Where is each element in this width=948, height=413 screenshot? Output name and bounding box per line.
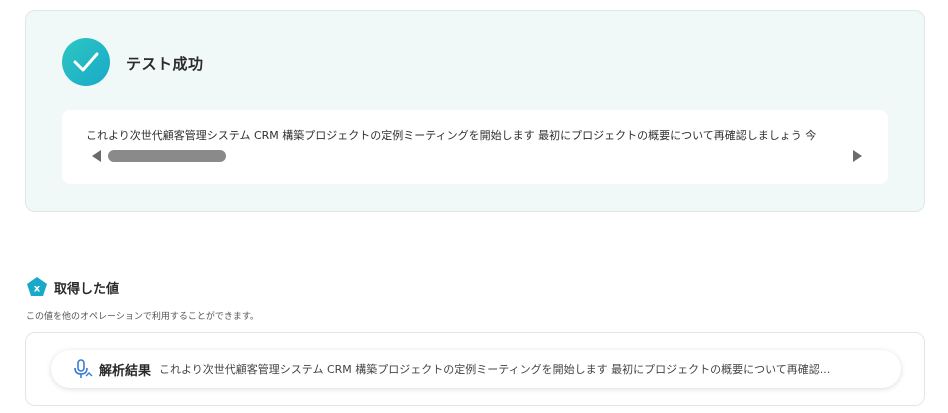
captured-value-label: 解析結果	[99, 363, 152, 379]
captured-values-header: x 取得した値	[26, 276, 119, 298]
scroll-left-arrow-icon[interactable]	[92, 150, 101, 162]
captured-value-chip[interactable]: 解析結果 これより次世代顧客管理システム CRM 構築プロジェクトの定例ミーティ…	[51, 350, 901, 388]
scroll-track[interactable]	[106, 150, 846, 162]
variable-badge-icon: x	[27, 277, 47, 296]
captured-values-panel: 解析結果 これより次世代顧客管理システム CRM 構築プロジェクトの定例ミーティ…	[25, 332, 925, 406]
scroll-right-arrow-icon[interactable]	[853, 150, 862, 162]
test-output-box: これより次世代顧客管理システム CRM 構築プロジェクトの定例ミーティングを開始…	[62, 110, 888, 184]
captured-values-title: 取得した値	[54, 281, 120, 297]
test-output-text: これより次世代顧客管理システム CRM 構築プロジェクトの定例ミーティングを開始…	[86, 129, 817, 142]
test-success-panel: テスト成功 これより次世代顧客管理システム CRM 構築プロジェクトの定例ミーテ…	[25, 10, 925, 212]
captured-value-text: これより次世代顧客管理システム CRM 構築プロジェクトの定例ミーティングを開始…	[159, 363, 831, 376]
svg-text:x: x	[34, 284, 41, 295]
voice-analysis-icon	[74, 359, 93, 378]
captured-values-description: この値を他のオペレーションで利用することができます。	[26, 312, 259, 322]
scroll-thumb[interactable]	[108, 150, 226, 162]
horizontal-scrollbar[interactable]	[86, 148, 864, 163]
success-title: テスト成功	[126, 55, 204, 73]
success-check-icon	[62, 38, 110, 86]
